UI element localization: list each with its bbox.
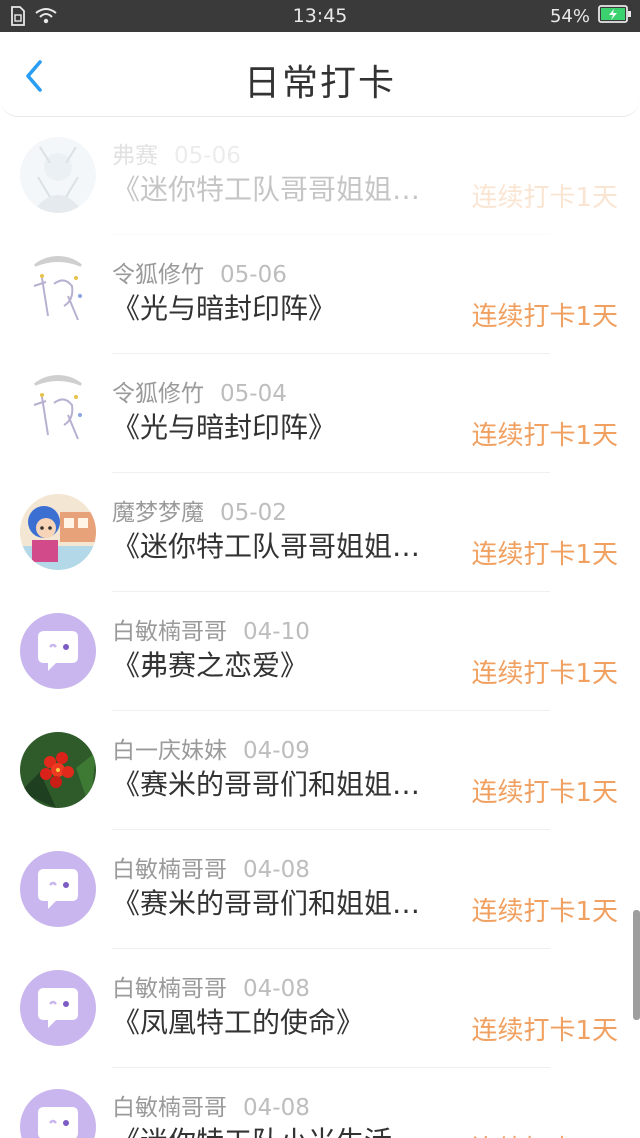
header: 日常打卡 [0, 32, 640, 117]
book-title: 《迷你特工队哥哥姐姐… [112, 530, 421, 563]
streak-label: 连续打卡1天 [471, 1016, 618, 1046]
user-name: 白敏楠哥哥 [112, 619, 227, 645]
post-date: 04-08 [243, 976, 310, 1002]
book-title: 《赛米的哥哥们和姐姐… [112, 768, 421, 801]
user-name: 白一庆妹妹 [112, 738, 227, 764]
user-name: 令狐修竹 [112, 262, 204, 288]
chat-bubble-avatar [20, 613, 96, 689]
streak-label: 连续打卡1天 [471, 1129, 618, 1138]
post-date: 04-08 [243, 857, 310, 883]
chat-bubble-avatar [20, 851, 96, 927]
scrollbar[interactable] [633, 910, 640, 1020]
list-item[interactable]: 白敏楠哥哥 04-08 《赛米的哥哥们和姐姐… 连续打卡1天 [0, 830, 640, 949]
streak-label: 连续打卡1天 [471, 778, 618, 808]
streak-label: 连续打卡1天 [471, 183, 618, 213]
streak-label: 连续打卡1天 [471, 540, 618, 570]
battery-icon [598, 5, 632, 28]
streak-label: 连续打卡1天 [471, 897, 618, 927]
post-date: 05-06 [174, 143, 241, 169]
book-title: 《光与暗封印阵》 [112, 411, 337, 444]
list-item[interactable]: 令狐修竹 05-04 《光与暗封印阵》 连续打卡1天 [0, 354, 640, 473]
post-date: 05-02 [220, 500, 287, 526]
book-title: 《凤凰特工的使命》 [112, 1006, 365, 1039]
cartoon-avatar [20, 494, 96, 570]
user-name: 弗赛 [112, 143, 158, 169]
book-title: 《赛米的哥哥们和姐姐… [112, 887, 421, 920]
status-bar: 13:45 54% [0, 0, 640, 32]
list-item[interactable]: 白一庆妹妹 04-09 《赛米的哥哥们和姐姐… 连续打卡1天 [0, 711, 640, 830]
sketch-avatar [20, 137, 96, 213]
book-title: 《迷你特工队小米生活… [112, 1120, 452, 1138]
list-item[interactable]: 白敏楠哥哥 04-10 《弗赛之恋爱》 连续打卡1天 [0, 592, 640, 711]
page-title: 日常打卡 [243, 63, 396, 104]
streak-label: 连续打卡1天 [471, 302, 618, 332]
list-item[interactable]: 令狐修竹 05-06 《光与暗封印阵》 连续打卡1天 [0, 235, 640, 354]
streak-label: 连续打卡1天 [471, 659, 618, 689]
user-name: 白敏楠哥哥 [112, 976, 227, 1002]
status-time: 13:45 [292, 5, 348, 27]
list-item[interactable]: 白敏楠哥哥 04-08 《凤凰特工的使命》 连续打卡1天 [0, 949, 640, 1068]
user-name: 令狐修竹 [112, 381, 204, 407]
user-name: 白敏楠哥哥 [112, 1095, 227, 1121]
post-date: 05-06 [220, 262, 287, 288]
chat-bubble-avatar [20, 1089, 96, 1138]
list-item[interactable]: 白敏楠哥哥 04-08 《迷你特工队小米生活… 连续打卡1天 [0, 1068, 640, 1138]
post-date: 05-04 [220, 381, 287, 407]
streak-label: 连续打卡1天 [471, 421, 618, 451]
post-date: 04-08 [243, 1095, 310, 1121]
doodle-avatar [20, 256, 96, 332]
book-title: 《迷你特工队哥哥姐姐… [112, 173, 421, 206]
checkin-list[interactable]: 弗赛 05-06 《迷你特工队哥哥姐姐… 连续打卡1天 令狐修竹 05-06 《光与… [0, 116, 640, 1138]
list-item[interactable]: 弗赛 05-06 《迷你特工队哥哥姐姐… 连续打卡1天 [0, 116, 640, 235]
flower-avatar [20, 732, 96, 808]
chat-bubble-avatar [20, 970, 96, 1046]
book-title: 《弗赛之恋爱》 [112, 649, 309, 682]
user-name: 魔梦梦魔 [112, 500, 204, 526]
battery-percent: 54% [549, 6, 590, 27]
user-name: 白敏楠哥哥 [112, 857, 227, 883]
post-date: 04-09 [243, 738, 310, 764]
post-date: 04-10 [243, 619, 310, 645]
book-title: 《光与暗封印阵》 [112, 292, 337, 325]
list-item[interactable]: 魔梦梦魔 05-02 《迷你特工队哥哥姐姐… 连续打卡1天 [0, 473, 640, 592]
doodle-avatar [20, 375, 96, 451]
